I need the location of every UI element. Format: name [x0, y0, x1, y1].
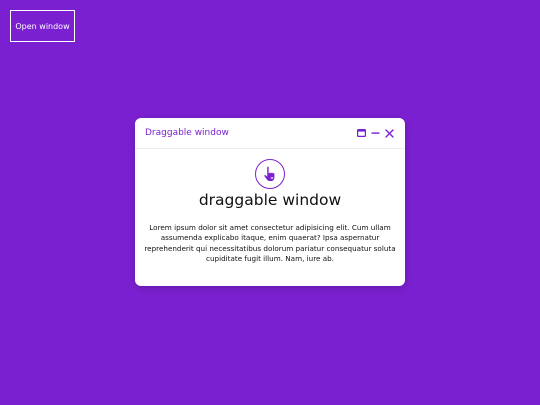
open-window-button[interactable]: Open window: [10, 10, 75, 42]
window-body: draggable window Lorem ipsum dolor sit a…: [135, 149, 405, 265]
minimize-icon[interactable]: [370, 128, 381, 139]
close-icon[interactable]: [384, 128, 395, 139]
maximize-icon[interactable]: [356, 128, 367, 139]
window-titlebar[interactable]: Draggable window: [135, 118, 405, 149]
window-heading: draggable window: [198, 191, 342, 209]
window-controls: [356, 128, 395, 139]
drag-hand-icon: [255, 159, 285, 189]
window-title: Draggable window: [145, 128, 229, 138]
draggable-window[interactable]: Draggable window draggable window Lorem …: [135, 118, 405, 286]
window-description: Lorem ipsum dolor sit amet consectetur a…: [144, 223, 396, 264]
